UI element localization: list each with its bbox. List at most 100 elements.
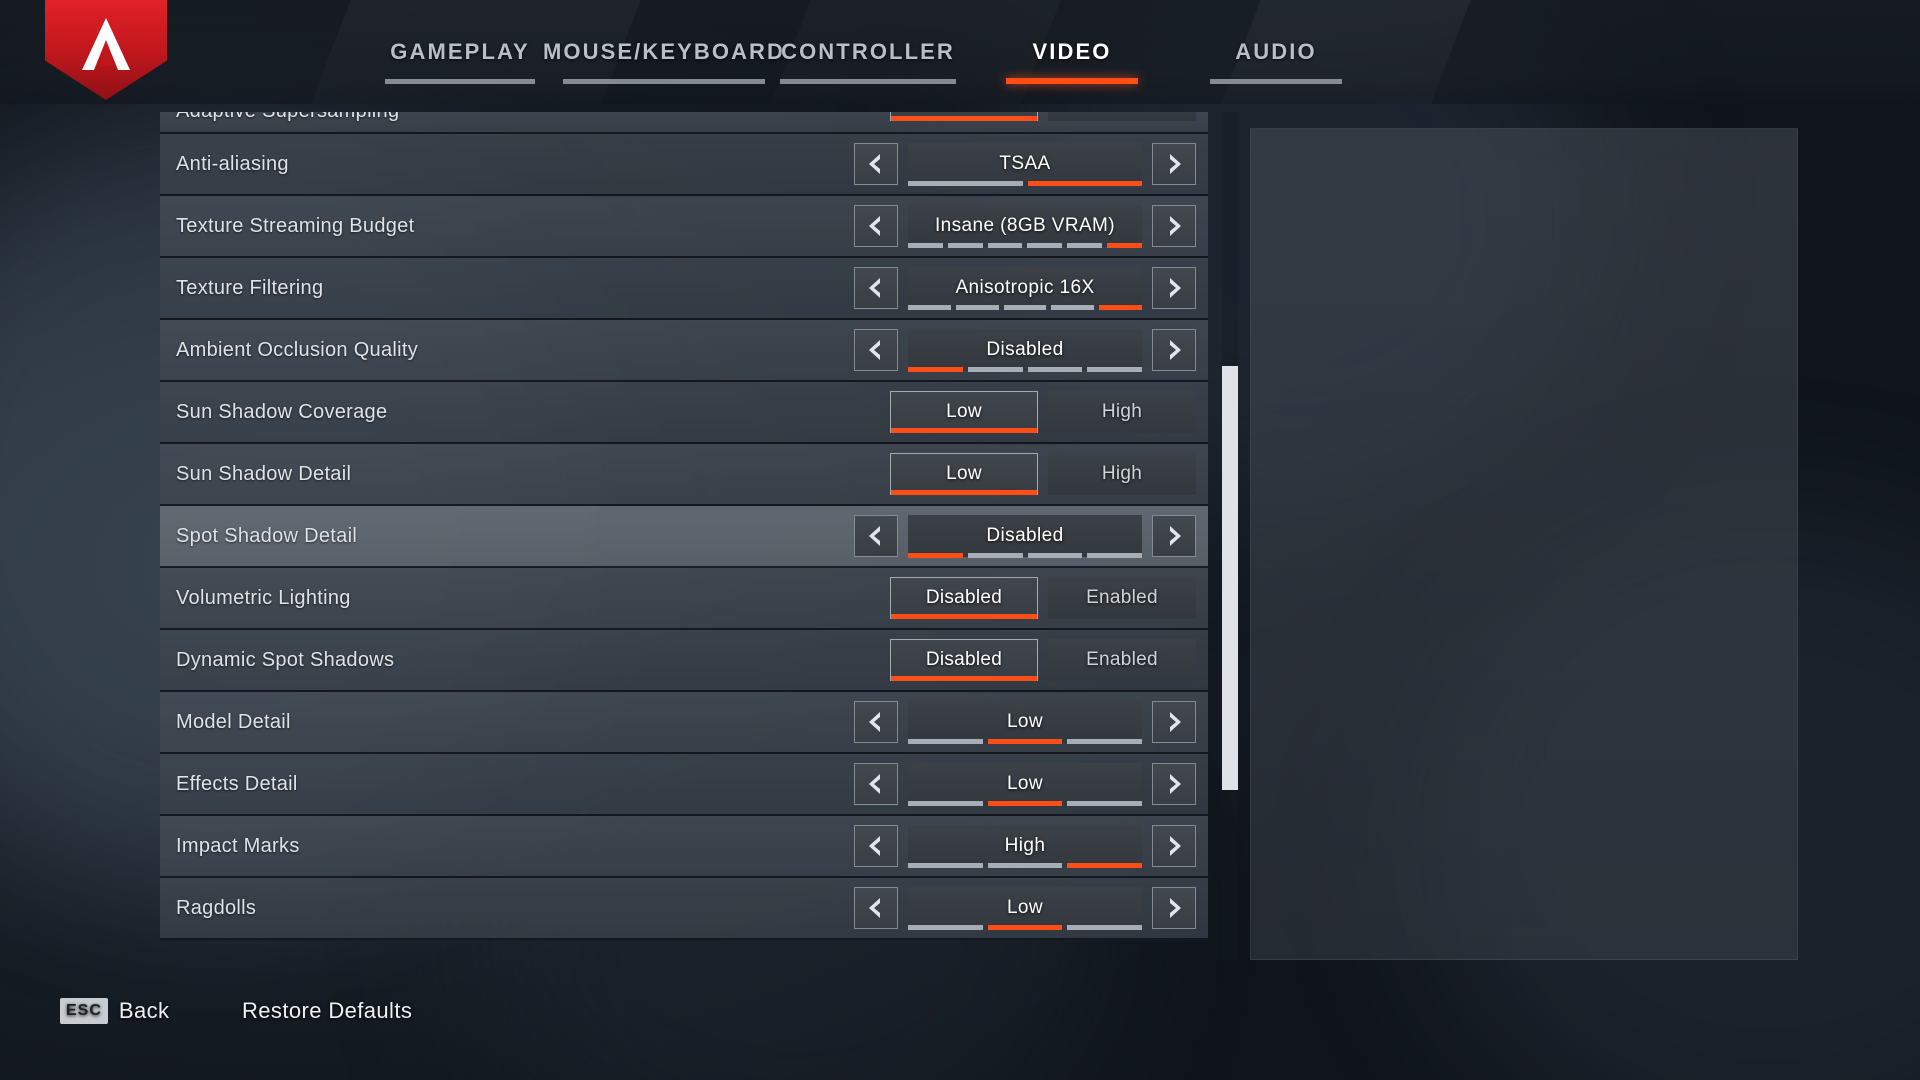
segment (987, 243, 1023, 248)
chevron-left-icon[interactable] (854, 515, 898, 557)
setting-toggle-group: DisabledEnabled (890, 639, 1196, 681)
tab-controller[interactable]: CONTROLLER (768, 0, 968, 104)
settings-row[interactable]: Model Detail Low (160, 692, 1208, 754)
setting-value-box[interactable]: TSAA (908, 143, 1142, 186)
restore-defaults-button[interactable]: Restore Defaults (242, 998, 412, 1024)
settings-row[interactable]: Sun Shadow Coverage Low High (160, 382, 1208, 444)
setting-value-box[interactable]: High (908, 825, 1143, 868)
segment (1067, 739, 1143, 744)
settings-row[interactable]: Texture Filtering Anisotropic 16X (160, 258, 1208, 320)
back-button[interactable]: ESC Back (60, 998, 169, 1024)
toggle-option[interactable]: Enabled (1048, 112, 1196, 121)
chevron-right-icon[interactable] (1152, 205, 1196, 247)
settings-row[interactable]: Ragdolls Low (160, 878, 1208, 940)
toggle-option[interactable]: Disabled (890, 639, 1038, 681)
setting-value-box[interactable]: Disabled (908, 329, 1142, 372)
settings-row[interactable]: Adaptive Supersampling Disabled Enabled (160, 112, 1208, 134)
settings-row[interactable]: Texture Streaming Budget Insane (8GB VRAM… (160, 196, 1208, 258)
chevron-left-icon[interactable] (854, 143, 898, 185)
setting-control: Low High (890, 453, 1196, 495)
toggle-option[interactable]: Disabled (890, 112, 1038, 121)
settings-row[interactable]: Volumetric Lighting Disabled Enabled (160, 568, 1208, 630)
tab-underline (1006, 78, 1138, 84)
setting-value: Disabled (986, 525, 1064, 546)
setting-value-box[interactable]: Low (908, 701, 1143, 744)
setting-control: Low (854, 887, 1196, 930)
setting-control: Low (854, 701, 1196, 744)
setting-value-box[interactable]: Anisotropic 16X (908, 267, 1142, 310)
setting-label: Dynamic Spot Shadows (176, 648, 395, 671)
setting-level-segments (908, 739, 1143, 744)
settings-screen: GAMEPLAY MOUSE/KEYBOARD CONTROLLER VIDEO AUD… (0, 0, 1920, 1080)
segment (967, 553, 1023, 558)
toggle-option[interactable]: Low (890, 391, 1038, 433)
chevron-right-icon[interactable] (1152, 825, 1196, 867)
tab-gameplay[interactable]: GAMEPLAY (375, 0, 545, 104)
chevron-left-icon[interactable] (854, 329, 898, 371)
setting-level-segments (908, 367, 1142, 372)
segment (987, 925, 1063, 930)
setting-value: Low (1006, 897, 1044, 918)
setting-label: Texture Streaming Budget (176, 214, 415, 237)
setting-label: Sun Shadow Detail (176, 462, 352, 485)
settings-scrollbar-track[interactable] (1222, 112, 1238, 960)
chevron-left-icon[interactable] (854, 887, 898, 929)
toggle-option[interactable]: High (1048, 453, 1196, 495)
settings-preview-pane (1250, 128, 1798, 960)
toggle-option[interactable]: Low (890, 453, 1038, 495)
setting-level-segments (908, 553, 1142, 558)
tab-video[interactable]: VIDEO (939, 0, 1205, 104)
chevron-right-icon[interactable] (1152, 887, 1196, 929)
segment (967, 367, 1023, 372)
setting-value: Anisotropic 16X (955, 277, 1095, 298)
setting-value: Disabled (986, 339, 1064, 360)
segment (908, 243, 943, 248)
settings-scrollbar-thumb[interactable] (1222, 366, 1238, 791)
tab-label: VIDEO (1032, 39, 1112, 64)
tab-underline (562, 79, 766, 84)
restore-defaults-label: Restore Defaults (242, 998, 413, 1023)
chevron-left-icon[interactable] (854, 205, 898, 247)
setting-toggle-group: Low High (890, 391, 1196, 433)
segment (1027, 553, 1083, 558)
setting-value-box[interactable]: Insane (8GB VRAM) (908, 205, 1142, 248)
settings-row[interactable]: Spot Shadow Detail Disabled (160, 506, 1208, 568)
tab-underline (1210, 79, 1342, 84)
chevron-right-icon[interactable] (1152, 763, 1196, 805)
setting-value: Low (1006, 711, 1044, 732)
setting-label: Model Detail (176, 710, 291, 733)
tab-audio[interactable]: AUDIO (1201, 0, 1351, 104)
segment (908, 305, 951, 310)
setting-value-box[interactable]: Low (908, 763, 1143, 806)
chevron-right-icon[interactable] (1152, 515, 1196, 557)
setting-control: Disabled Enabled (890, 112, 1196, 121)
chevron-right-icon[interactable] (1152, 329, 1196, 371)
settings-row[interactable]: Effects Detail Low (160, 754, 1208, 816)
toggle-option[interactable]: Disabled (890, 577, 1038, 619)
segment (908, 367, 963, 372)
setting-label: Adaptive Supersampling (160, 112, 800, 123)
chevron-left-icon[interactable] (854, 267, 898, 309)
chevron-left-icon[interactable] (854, 825, 898, 867)
settings-row[interactable]: Impact Marks High (160, 816, 1208, 878)
settings-row[interactable]: Dynamic Spot Shadows Disabled Enabled (160, 630, 1208, 692)
chevron-right-icon[interactable] (1152, 267, 1196, 309)
chevron-left-icon[interactable] (854, 701, 898, 743)
toggle-option[interactable]: Enabled (1048, 639, 1196, 681)
chevron-right-icon[interactable] (1152, 143, 1196, 185)
segment (1087, 553, 1142, 558)
tab-underline (385, 79, 535, 84)
tab-mouse-keyboard[interactable]: MOUSE/KEYBOARD (543, 0, 783, 104)
setting-level-segments (908, 181, 1142, 186)
settings-tabs: GAMEPLAY MOUSE/KEYBOARD CONTROLLER VIDEO AUD… (0, 0, 1920, 104)
toggle-option[interactable]: High (1048, 391, 1196, 433)
settings-row[interactable]: Anti-aliasing TSAA (160, 134, 1208, 196)
settings-row[interactable]: Sun Shadow Detail Low High (160, 444, 1208, 506)
setting-value-box[interactable]: Disabled (908, 515, 1142, 558)
toggle-option[interactable]: Enabled (1048, 577, 1196, 619)
settings-row[interactable]: Ambient Occlusion Quality Disabled (160, 320, 1208, 382)
chevron-right-icon[interactable] (1152, 701, 1196, 743)
setting-value-box[interactable]: Low (908, 887, 1143, 930)
chevron-left-icon[interactable] (854, 763, 898, 805)
setting-value: High (1004, 835, 1046, 856)
